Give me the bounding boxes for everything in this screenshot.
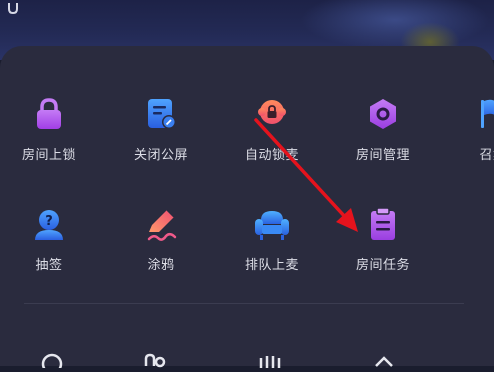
section-divider [24,303,464,304]
room-tools-panel: 房间上锁 关闭公屏 自动锁麦 房间管理 召 ? 抽签 涂鸦 排队上麦 房间任务 [0,46,494,372]
room-lock-label: 房间上锁 [21,148,76,163]
draw-lots-button[interactable]: ? 抽签 [4,206,94,296]
pencil-scribble-icon [143,206,179,242]
screen-edit-icon [143,96,179,132]
auto-lock-mic-button[interactable]: 自动锁麦 [227,96,317,186]
flag-icon [475,96,494,132]
more-option-icon[interactable] [258,352,282,368]
question-person-icon: ? [31,206,67,242]
queue-mic-label: 排队上麦 [244,258,299,273]
summon-label: 召集 [479,148,494,163]
svg-text:?: ? [45,214,53,229]
close-public-screen-label: 关闭公屏 [133,148,188,163]
more-option-icon[interactable] [372,352,396,368]
graffiti-label: 涂鸦 [147,258,175,273]
more-option-icon[interactable] [40,352,64,372]
clipboard-icon [365,206,401,242]
queue-mic-button[interactable]: 排队上麦 [227,206,317,296]
auto-lock-mic-label: 自动锁麦 [244,148,299,163]
back-icon[interactable] [6,0,20,15]
room-tasks-label: 房间任务 [355,258,410,273]
mic-lock-icon [254,96,290,132]
room-lock-button[interactable]: 房间上锁 [4,96,94,186]
room-management-button[interactable]: 房间管理 [338,96,428,186]
hexagon-settings-icon [365,96,401,132]
close-public-screen-button[interactable]: 关闭公屏 [116,96,206,186]
more-option-icon[interactable] [142,352,166,368]
room-management-label: 房间管理 [355,148,410,163]
graffiti-button[interactable]: 涂鸦 [116,206,206,296]
room-tasks-button[interactable]: 房间任务 [338,206,428,296]
sofa-icon [254,206,290,242]
lock-icon [31,96,67,132]
summon-button[interactable]: 召集 [448,96,494,186]
draw-lots-label: 抽签 [35,258,63,273]
